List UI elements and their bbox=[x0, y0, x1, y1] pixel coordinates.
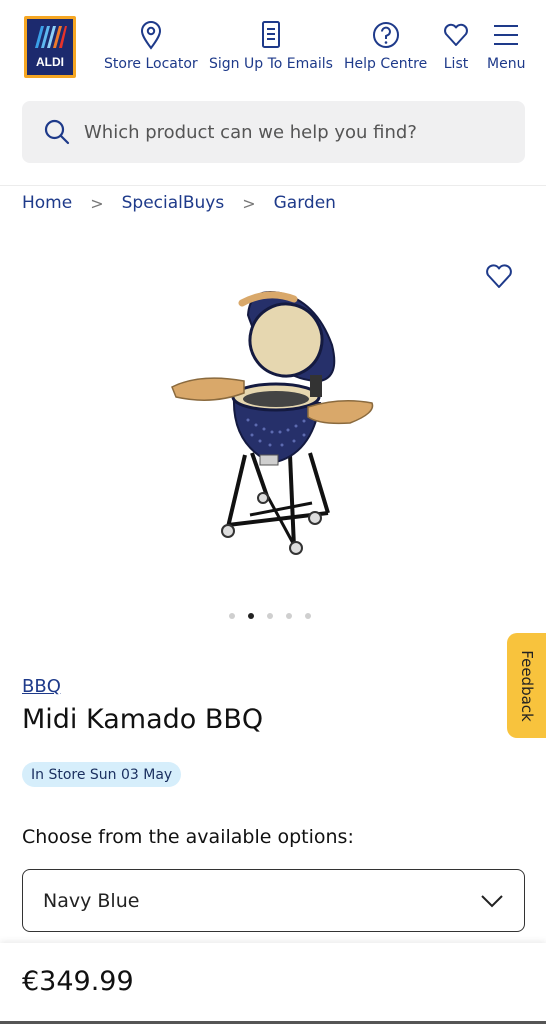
search-bar[interactable] bbox=[22, 101, 525, 163]
chevron-right-icon: > bbox=[242, 193, 256, 213]
chevron-right-icon: > bbox=[90, 193, 104, 213]
nav-label: Store Locator bbox=[104, 56, 198, 72]
nav-sign-up-emails[interactable]: Sign Up To Emails bbox=[209, 20, 333, 72]
nav-help-centre[interactable]: Help Centre bbox=[344, 20, 427, 72]
breadcrumb-garden[interactable]: Garden bbox=[274, 193, 336, 213]
nav-store-locator[interactable]: Store Locator bbox=[104, 20, 198, 72]
nav-label: Help Centre bbox=[344, 56, 428, 72]
help-icon bbox=[372, 22, 399, 48]
gallery-dot-active[interactable] bbox=[248, 613, 254, 619]
breadcrumb-home[interactable]: Home bbox=[22, 193, 72, 213]
feedback-label: Feedback bbox=[517, 649, 536, 722]
header-divider bbox=[0, 185, 546, 186]
wishlist-heart-icon[interactable] bbox=[484, 262, 514, 290]
feedback-tab[interactable]: Feedback bbox=[507, 633, 546, 738]
gallery-dot[interactable] bbox=[286, 613, 292, 619]
logo-inner: ALDI bbox=[27, 19, 73, 75]
colour-select[interactable]: Navy Blue bbox=[22, 869, 525, 932]
product-price: €349.99 bbox=[22, 966, 134, 997]
product-title: Midi Kamado BBQ bbox=[22, 704, 264, 735]
hamburger-icon bbox=[494, 25, 519, 45]
gallery-dot[interactable] bbox=[305, 613, 311, 619]
gallery-dot[interactable] bbox=[229, 613, 235, 619]
category-link[interactable]: BBQ bbox=[22, 676, 61, 697]
price-bar: €349.99 bbox=[0, 943, 546, 1024]
nav-list[interactable]: List bbox=[442, 20, 470, 72]
gallery-dot[interactable] bbox=[267, 613, 273, 619]
gallery-pagination bbox=[229, 613, 311, 619]
logo-stripes-icon bbox=[35, 26, 67, 48]
site-header: ALDI Store Locator Sign Up To Emails Hel… bbox=[0, 0, 546, 86]
product-image[interactable] bbox=[160, 285, 390, 570]
nav-menu[interactable]: Menu bbox=[487, 20, 525, 72]
nav-label: List bbox=[443, 56, 469, 72]
nav-label: Sign Up To Emails bbox=[209, 56, 333, 72]
breadcrumb: Home > SpecialBuys > Garden bbox=[22, 193, 336, 213]
search-input[interactable] bbox=[84, 121, 504, 143]
chevron-down-icon bbox=[481, 894, 503, 907]
nav-label: Menu bbox=[487, 56, 526, 72]
logo-text: ALDI bbox=[36, 55, 64, 69]
search-icon bbox=[44, 119, 70, 145]
map-pin-icon bbox=[140, 21, 161, 50]
breadcrumb-specialbuys[interactable]: SpecialBuys bbox=[122, 193, 225, 213]
selected-option: Navy Blue bbox=[43, 889, 140, 912]
newsletter-icon bbox=[261, 21, 280, 48]
options-label: Choose from the available options: bbox=[22, 826, 354, 848]
aldi-logo[interactable]: ALDI bbox=[24, 16, 76, 78]
heart-icon bbox=[444, 23, 468, 46]
availability-badge: In Store Sun 03 May bbox=[22, 762, 182, 787]
